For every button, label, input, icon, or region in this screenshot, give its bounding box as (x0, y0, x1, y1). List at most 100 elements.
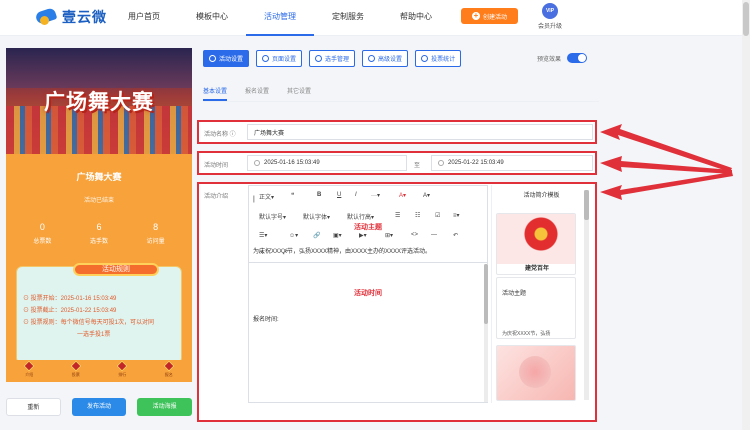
vip-upgrade[interactable]: VIP 会员升级 (534, 3, 566, 30)
preview-activity-status: 活动已结束 (83, 198, 114, 204)
rule-vote-policy: ⊙ 投票规则：每个微信号每天可投1次，可以对同 (23, 320, 155, 326)
brand-logo[interactable]: 壹云微 (34, 6, 107, 28)
logo-icon (34, 6, 58, 28)
advanced-settings-button[interactable]: 高级设置 (362, 50, 409, 67)
preview-tab-intro[interactable]: 介绍 (23, 360, 35, 382)
activity-name-input[interactable]: 广场舞大赛 (247, 124, 593, 140)
page-scrollbar[interactable] (742, 0, 750, 430)
template-card-text[interactable]: 活动主题 为庆祝XXXX节，弘扬 (496, 277, 576, 339)
annotation-arrows (600, 124, 733, 200)
page-icon (262, 55, 270, 62)
line-height-dropdown[interactable]: 默认行高▾ (347, 212, 374, 221)
template-caption: 建党百年 (524, 266, 549, 272)
font-family-dropdown[interactable]: 默认字体▾ (303, 212, 330, 221)
code-icon[interactable]: <> (411, 232, 418, 238)
rich-text-editor[interactable]: 正文▾ ❝ B U I ···▾ A▾ A▾ 默认字号▾ 默认字体▾ 默认行高▾… (248, 185, 488, 403)
video-dropdown-icon[interactable]: ▶▾ (359, 232, 367, 239)
page-settings-button[interactable]: 页面设置 (256, 50, 303, 67)
contestant-management-button[interactable]: 选手管理 (309, 50, 356, 67)
nav-item-custom-service[interactable]: 定制服务 (314, 0, 382, 36)
background-color-icon[interactable]: A▾ (423, 192, 430, 199)
activity-settings-button[interactable]: 活动设置 (203, 50, 250, 67)
activity-name-label: 活动名称 ⓘ (204, 132, 236, 138)
template-scrollbar[interactable] (584, 190, 589, 400)
numbered-list-icon[interactable]: ☷ (415, 212, 420, 219)
mobile-preview: 广场舞大赛 广场舞大赛 活动已结束 0 总票数 6 选手数 8 访问量 活动规则 ⊙ … (6, 48, 192, 382)
undo-icon[interactable]: ↶ (453, 232, 458, 239)
vip-upgrade-label: 会员升级 (537, 24, 562, 30)
settings-icon (209, 55, 216, 62)
nav-item-templates[interactable]: 模板中心 (178, 0, 246, 36)
underline-icon[interactable]: U (337, 192, 341, 198)
align-dropdown-icon[interactable]: ≡▾ (453, 212, 460, 219)
content-paragraph-time: 报名时间: (253, 317, 279, 323)
link-icon[interactable]: 🔗 (313, 232, 320, 239)
nav-item-activity-management[interactable]: 活动管理 (246, 0, 314, 36)
divider-icon[interactable]: — (431, 232, 437, 238)
vote-statistics-button[interactable]: 投票统计 (415, 50, 462, 67)
text-cursor: | (253, 196, 255, 203)
publish-button[interactable]: 发布活动 (71, 398, 127, 416)
users-icon (315, 55, 323, 62)
preview-banner: 广场舞大赛 (6, 48, 192, 154)
rank-icon (116, 360, 128, 372)
preview-tab-signup[interactable]: 报名 (163, 360, 175, 382)
bullet-list-icon[interactable]: ☰ (395, 212, 400, 219)
arrow-to-intro-row (600, 172, 733, 200)
vote-icon (70, 360, 82, 372)
activity-time-row: 活动时间 2025-01-16 15:03:49 至 2025-01-22 15… (197, 151, 597, 175)
preview-switch[interactable] (567, 53, 588, 63)
tab-basic-settings[interactable]: 基本设置 (203, 86, 228, 101)
font-color-icon[interactable]: A▾ (399, 192, 406, 199)
clock-icon (438, 160, 444, 166)
preview-tab-rank[interactable]: 排行 (116, 360, 128, 382)
sliders-icon (368, 55, 376, 62)
rules-title: 活动规则 (73, 263, 159, 276)
preview-effect-toggle[interactable]: 预览效果 (537, 53, 588, 63)
activity-time-label: 活动时间 (204, 163, 229, 169)
table-dropdown-icon[interactable]: ⊞▾ (385, 232, 393, 239)
time-separator: 至 (414, 163, 421, 169)
font-size-dropdown[interactable]: 默认字号▾ (259, 212, 286, 221)
template-card-party[interactable]: 建党百年 (496, 213, 576, 275)
tab-signup-settings[interactable]: 报名设置 (245, 86, 269, 101)
preview-tab-vote[interactable]: 投票 (70, 360, 82, 382)
activity-name-row: 活动名称 ⓘ 广场舞大赛 (197, 120, 597, 144)
preview-tabbar: 介绍 投票 排行 报名 (6, 360, 192, 382)
bold-icon[interactable]: B (317, 192, 321, 198)
end-time-input[interactable]: 2025-01-22 15:03:49 (431, 155, 593, 171)
content-heading-time: 活动时间 (354, 290, 382, 297)
emoji-dropdown-icon[interactable]: ☺▾ (289, 232, 298, 239)
signup-icon (163, 360, 175, 372)
create-activity-button[interactable]: + 创建活动 (461, 8, 518, 24)
start-time-input[interactable]: 2025-01-16 15:03:49 (247, 155, 407, 171)
italic-icon[interactable]: I (355, 192, 357, 198)
tab-other-settings[interactable]: 其它设置 (287, 86, 311, 101)
preview-rules-card: 活动规则 ⊙ 投票开始：2025-01-16 15:03:49 ⊙ 投票截止：2… (16, 263, 182, 364)
preview-actions: 重新 发布活动 活动海报 (6, 398, 192, 416)
reset-button[interactable]: 重新 (6, 398, 61, 416)
content-heading-theme: 活动主题 (354, 224, 382, 231)
banner-title: 广场舞大赛 (44, 91, 154, 114)
paragraph-style-dropdown[interactable]: 正文▾ (259, 192, 274, 201)
todo-list-icon[interactable]: ☑ (435, 212, 440, 219)
poster-button[interactable]: 活动海报 (137, 398, 192, 416)
image-dropdown-icon[interactable]: ▣▾ (333, 232, 342, 239)
more-icon[interactable]: ···▾ (371, 192, 380, 199)
template-card-pink[interactable] (496, 345, 576, 401)
nav-item-home[interactable]: 用户首页 (110, 0, 178, 36)
editor-scrollbar[interactable] (484, 264, 488, 402)
settings-toolbar: 活动设置 页面设置 选手管理 高级设置 投票统计 (203, 50, 462, 67)
create-activity-label: 创建活动 (482, 14, 507, 21)
plus-icon: + (471, 11, 480, 20)
quote-icon[interactable]: ❝ (291, 192, 294, 199)
clock-icon (254, 160, 260, 166)
nav-item-help[interactable]: 帮助中心 (382, 0, 450, 36)
template-text-title: 活动主题 (502, 291, 527, 297)
brand-name: 壹云微 (62, 9, 107, 25)
settings-subtabs: 基本设置 报名设置 其它设置 (203, 86, 599, 102)
intro-icon (23, 360, 35, 372)
template-text-snippet: 为庆祝XXXX节，弘扬 (502, 331, 551, 337)
template-image (497, 214, 575, 264)
indent-dropdown-icon[interactable]: ☰▾ (259, 232, 267, 239)
